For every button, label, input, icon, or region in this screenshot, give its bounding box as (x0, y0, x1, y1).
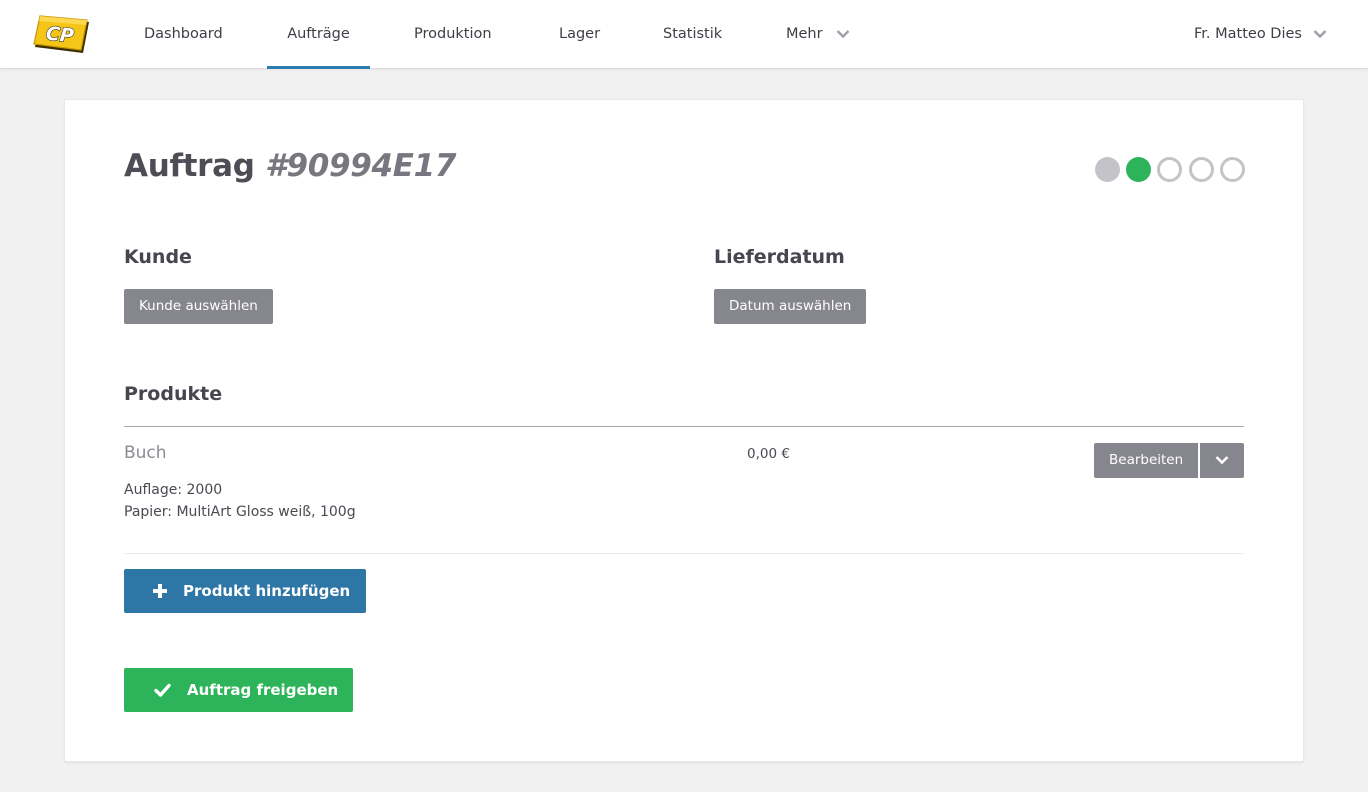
product-detail-papier: Papier: MultiArt Gloss weiß, 100g (124, 504, 356, 520)
release-order-label: Auftrag freigeben (187, 681, 339, 699)
checkmark-icon (154, 683, 171, 697)
step-3-dot (1157, 157, 1182, 182)
user-name: Fr. Matteo Dies (1194, 26, 1302, 42)
logo-text: CP (45, 23, 75, 48)
products-divider (124, 426, 1244, 427)
nav-item-auftraege[interactable]: Aufträge (267, 0, 370, 69)
product-price: 0,00 € (747, 446, 790, 462)
step-5-dot (1220, 157, 1245, 182)
nav-label: Statistik (663, 26, 723, 42)
plus-icon (153, 584, 167, 598)
product-actions: Bearbeiten (1094, 443, 1245, 478)
nav-label: Mehr (786, 26, 823, 42)
product-name: Buch (124, 443, 167, 463)
product-row-divider (124, 553, 1244, 554)
nav-item-lager[interactable]: Lager (559, 0, 600, 69)
customer-heading: Kunde (124, 246, 192, 268)
nav-label: Dashboard (144, 26, 223, 42)
step-4-dot (1189, 157, 1214, 182)
app-logo[interactable]: CP (33, 14, 89, 54)
add-product-button[interactable]: Produkt hinzufügen (124, 569, 366, 613)
nav-label: Aufträge (287, 26, 350, 42)
product-detail-auflage: Auflage: 2000 (124, 482, 223, 498)
release-order-button[interactable]: Auftrag freigeben (124, 668, 353, 712)
title-prefix: Auftrag (124, 148, 255, 184)
chevron-down-icon (1313, 30, 1327, 39)
nav-item-dashboard[interactable]: Dashboard (144, 0, 223, 69)
add-product-label: Produkt hinzufügen (183, 582, 351, 600)
select-customer-button[interactable]: Kunde auswählen (124, 289, 273, 324)
page-title: Auftrag #90994E17 (124, 148, 457, 184)
nav-label: Lager (559, 26, 601, 42)
product-actions-dropdown-toggle[interactable] (1200, 443, 1245, 478)
chevron-down-icon (1215, 456, 1229, 465)
nav-item-mehr[interactable]: Mehr (786, 0, 852, 69)
select-date-button[interactable]: Datum auswählen (714, 289, 867, 324)
nav-item-produktion[interactable]: Produktion (414, 0, 492, 69)
chevron-down-icon (836, 30, 850, 39)
products-heading: Produkte (124, 383, 223, 405)
delivery-date-heading: Lieferdatum (714, 246, 845, 268)
nav-item-statistik[interactable]: Statistik (663, 0, 722, 69)
order-card: Auftrag #90994E17 Kunde Kunde auswählen … (64, 99, 1304, 762)
cp-logo-icon: CP (33, 15, 89, 53)
nav-label: Produktion (414, 26, 492, 42)
top-navigation-bar: CP Dashboard Aufträge Produktion Lager S… (0, 0, 1368, 69)
user-menu[interactable]: Fr. Matteo Dies (1194, 0, 1334, 69)
step-1-dot (1095, 157, 1120, 182)
edit-product-button[interactable]: Bearbeiten (1094, 443, 1199, 478)
order-number: #90994E17 (265, 148, 457, 184)
step-2-dot (1126, 157, 1151, 182)
